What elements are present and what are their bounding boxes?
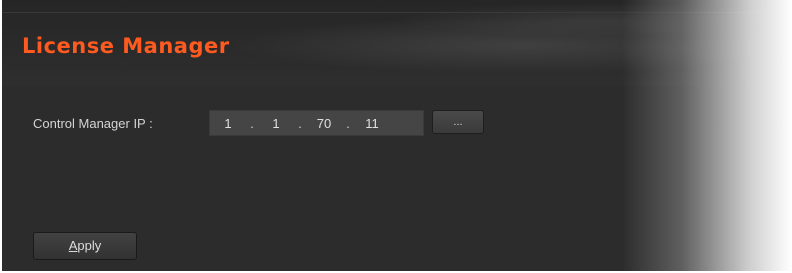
page-title: License Manager (22, 34, 230, 58)
apply-label-rest: pply (77, 238, 102, 253)
browse-button[interactable]: ... (432, 110, 484, 134)
ip-octet-4[interactable]: 11 (354, 116, 390, 131)
apply-button[interactable]: Apply (33, 232, 137, 260)
ip-octet-3[interactable]: 70 (306, 116, 342, 131)
ip-octet-1[interactable]: 1 (210, 116, 246, 131)
ip-separator: . (298, 115, 302, 131)
control-manager-ip-label: Control Manager IP : (33, 116, 153, 131)
ip-separator: . (346, 115, 350, 131)
header-divider (2, 12, 792, 13)
ip-separator: . (250, 115, 254, 131)
ip-octet-2[interactable]: 1 (258, 116, 294, 131)
license-manager-window: License Manager Control Manager IP : 1 .… (2, 0, 792, 271)
ip-address-field[interactable]: 1 . 1 . 70 . 11 (209, 110, 424, 136)
